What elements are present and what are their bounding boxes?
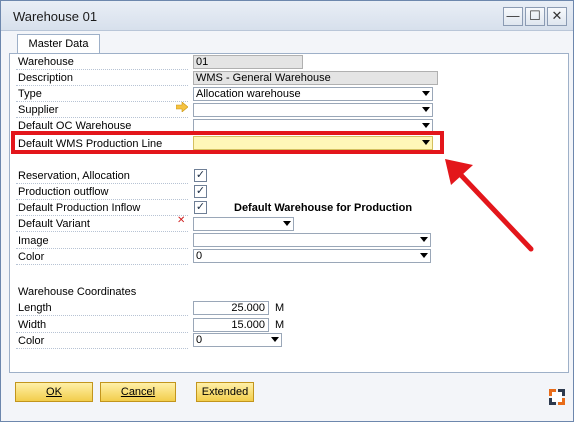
dropdown-chevron-icon[interactable] [420,253,428,258]
divider [16,199,188,200]
production-outflow-label: Production outflow [18,186,109,198]
warehouse-field[interactable]: 01 [193,55,303,69]
highlight-box [11,131,444,154]
coord-color-label: Color [18,335,45,347]
width-field[interactable]: 15.000 [193,318,269,332]
width-label: Width [18,319,47,331]
length-field[interactable]: 25.000 [193,301,269,315]
dropdown-chevron-icon[interactable] [422,107,430,112]
divider [16,264,188,265]
required-x-icon: ✕ [177,215,186,226]
production-outflow-checkbox[interactable]: ✓ [194,185,207,198]
supplier-label: Supplier [18,104,59,116]
dropdown-chevron-icon[interactable] [422,91,430,96]
minimize-button[interactable]: — [503,7,523,26]
close-button[interactable]: ✕ [547,7,567,26]
divider [16,69,188,70]
maximize-button[interactable]: ☐ [525,7,545,26]
type-value: Allocation warehouse [196,88,301,100]
cancel-button-label: Cancel [120,386,156,398]
type-label: Type [18,88,42,100]
default-warehouse-for-production-label: Default Warehouse for Production [234,202,413,214]
title-bar[interactable]: Warehouse 01 — ☐ ✕ [1,1,573,31]
supplier-select[interactable] [193,103,433,117]
divider [16,332,188,333]
divider [16,85,188,86]
warehouse-coordinates-heading: Warehouse Coordinates [18,286,137,298]
dropdown-chevron-icon[interactable] [420,237,428,242]
checkmark-icon: ✓ [195,201,206,213]
divider [16,215,188,216]
divider [16,348,188,349]
dropdown-chevron-icon[interactable] [422,123,430,128]
default-production-inflow-label: Default Production Inflow [18,202,141,214]
divider [16,231,188,232]
default-variant-select[interactable] [193,217,294,231]
image-select[interactable] [193,233,431,247]
window-title: Warehouse 01 [13,9,98,24]
divider [16,101,188,102]
color-value: 0 [196,250,203,262]
width-unit: M [275,319,285,331]
tab-master-data[interactable]: Master Data [17,34,100,54]
length-label: Length [18,302,52,314]
dropdown-chevron-icon[interactable] [283,221,291,226]
warehouse-label: Warehouse [18,56,74,68]
divider [16,183,188,184]
extended-button-label: Extended [201,386,249,398]
color-select[interactable]: 0 [193,249,431,263]
length-unit: M [275,302,285,314]
description-field[interactable]: WMS - General Warehouse [193,71,438,85]
divider [16,315,188,316]
divider [16,248,188,249]
form-settings-icon[interactable] [547,387,567,407]
link-arrow-icon[interactable] [176,102,188,112]
reservation-allocation-label: Reservation, Allocation [18,170,130,182]
type-select[interactable]: Allocation warehouse [193,87,433,101]
color-label: Color [18,251,45,263]
default-variant-label: Default Variant [18,218,90,230]
dropdown-chevron-icon[interactable] [271,337,279,342]
divider [16,117,188,118]
extended-button[interactable]: Extended [196,382,254,402]
ok-button[interactable]: OK [15,382,93,402]
warehouse-window: Warehouse 01 — ☐ ✕ Master Data Warehouse… [0,0,574,422]
checkmark-icon: ✓ [195,169,206,181]
image-label: Image [18,235,49,247]
ok-button-label: OK [46,386,62,398]
default-production-inflow-checkbox[interactable]: ✓ [194,201,207,214]
coord-color-select[interactable]: 0 [193,333,282,347]
cancel-button[interactable]: Cancel [100,382,176,402]
red-annotation-arrow [445,159,534,252]
checkmark-icon: ✓ [195,185,206,197]
description-label: Description [18,72,74,84]
reservation-allocation-checkbox[interactable]: ✓ [194,169,207,182]
coord-color-value: 0 [196,334,203,346]
